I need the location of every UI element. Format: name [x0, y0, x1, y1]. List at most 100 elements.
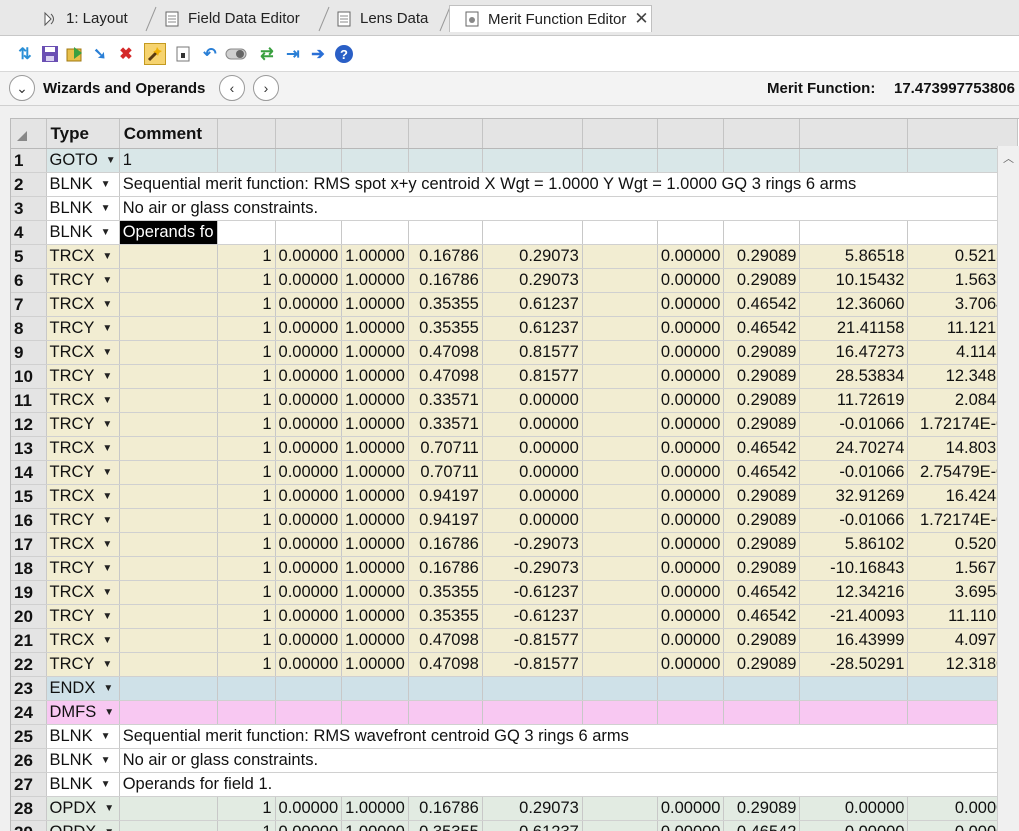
table-cell[interactable]: [582, 532, 658, 557]
table-cell[interactable]: 1: [217, 796, 276, 821]
table-cell[interactable]: [657, 676, 725, 701]
table-row[interactable]: 10 TRCY ▼ 1 0.00000 1.00000 0.47098 0.81577 0.00…: [11, 364, 1019, 389]
table-cell[interactable]: 0.00000: [275, 268, 343, 293]
operand-type-cell[interactable]: TRCX ▼: [46, 292, 120, 317]
table-cell[interactable]: 0.35355: [408, 316, 483, 341]
table-cell[interactable]: 1: [217, 268, 276, 293]
table-row[interactable]: 18 TRCY ▼ 1 0.00000 1.00000 0.16786 -0.29073 0.0…: [11, 556, 1019, 581]
operand-type-cell[interactable]: TRCY ▼: [46, 652, 120, 677]
table-cell[interactable]: 0.46542: [723, 604, 801, 629]
swap-icon[interactable]: ⇄: [256, 43, 278, 65]
operand-type-cell[interactable]: TRCY ▼: [46, 364, 120, 389]
table-cell[interactable]: [482, 700, 583, 725]
row-number[interactable]: 14: [11, 460, 47, 485]
row-number[interactable]: 8: [11, 316, 47, 341]
column-header[interactable]: [907, 119, 1019, 149]
table-cell[interactable]: 0.35355: [408, 820, 483, 831]
row-number[interactable]: 20: [11, 604, 47, 629]
table-cell[interactable]: -0.61237: [482, 604, 583, 629]
row-number[interactable]: 13: [11, 436, 47, 461]
table-cell[interactable]: [217, 700, 276, 725]
table-cell[interactable]: 0.00000: [275, 532, 343, 557]
table-cell[interactable]: 0.00000: [275, 436, 343, 461]
table-cell[interactable]: [723, 676, 801, 701]
table-cell[interactable]: [582, 628, 658, 653]
row-number[interactable]: 21: [11, 628, 47, 653]
table-cell[interactable]: [799, 148, 909, 173]
table-cell[interactable]: 1: [217, 580, 276, 605]
table-cell[interactable]: 1: [217, 436, 276, 461]
next-button[interactable]: ›: [253, 75, 279, 101]
table-cell[interactable]: 0.33571: [408, 412, 483, 437]
table-cell[interactable]: 0.00000: [799, 796, 909, 821]
table-row[interactable]: 7 TRCX ▼ 1 0.00000 1.00000 0.35355 0.61237 0.000…: [11, 292, 1019, 317]
dropdown-arrow-icon[interactable]: ▼: [102, 347, 112, 358]
operand-type-cell[interactable]: TRCX ▼: [46, 436, 120, 461]
table-row[interactable]: 4 BLNK ▼ Operands fo: [11, 220, 1019, 245]
toggle-icon[interactable]: [225, 43, 247, 65]
dropdown-arrow-icon[interactable]: ▼: [102, 563, 112, 574]
table-row[interactable]: 29OPDX▼10.000001.000000.353550.612370.00…: [11, 820, 1019, 831]
comment-cell[interactable]: [119, 532, 218, 557]
table-cell[interactable]: -0.01066: [799, 508, 909, 533]
comment-cell[interactable]: No air or glass constraints.: [119, 196, 1018, 221]
table-cell[interactable]: 0.29089: [723, 412, 801, 437]
row-number[interactable]: 25: [11, 724, 47, 749]
table-cell[interactable]: 0.94197: [408, 508, 483, 533]
table-cell[interactable]: [582, 412, 658, 437]
table-cell[interactable]: 0.16786: [408, 532, 483, 557]
dropdown-arrow-icon[interactable]: ▼: [102, 299, 112, 310]
comment-cell[interactable]: [119, 508, 218, 533]
table-cell[interactable]: 0.00000: [275, 364, 343, 389]
table-cell[interactable]: [408, 700, 483, 725]
row-number[interactable]: 26: [11, 748, 47, 773]
table-cell[interactable]: 1.00000: [341, 364, 409, 389]
table-cell[interactable]: 1: [217, 508, 276, 533]
table-cell[interactable]: 0.00000: [275, 796, 343, 821]
table-cell[interactable]: 0.94197: [408, 484, 483, 509]
row-number[interactable]: 28: [11, 796, 47, 821]
table-cell[interactable]: 0.46542: [723, 316, 801, 341]
table-cell[interactable]: 1.00000: [341, 412, 409, 437]
table-cell[interactable]: [582, 580, 658, 605]
row-number[interactable]: 6: [11, 268, 47, 293]
table-cell[interactable]: [657, 220, 725, 245]
dropdown-arrow-icon[interactable]: ▼: [102, 323, 112, 334]
table-cell[interactable]: 0.29089: [723, 364, 801, 389]
operand-type-cell[interactable]: TRCY ▼: [46, 412, 120, 437]
table-cell[interactable]: [582, 652, 658, 677]
comment-cell[interactable]: [119, 316, 218, 341]
table-cell[interactable]: 0.00000: [482, 484, 583, 509]
table-cell[interactable]: -0.01066: [799, 412, 909, 437]
row-number[interactable]: 17: [11, 532, 47, 557]
corner-header[interactable]: [11, 119, 47, 149]
table-cell[interactable]: 0.35355: [408, 292, 483, 317]
comment-cell[interactable]: [119, 436, 218, 461]
table-cell[interactable]: 1: [217, 244, 276, 269]
table-cell[interactable]: 1.00000: [341, 340, 409, 365]
table-cell[interactable]: 0.00000: [657, 628, 725, 653]
table-cell[interactable]: 0.29089: [723, 508, 801, 533]
table-cell[interactable]: 1.00000: [341, 820, 409, 831]
table-cell[interactable]: [582, 508, 658, 533]
arrow-right-icon[interactable]: ➔: [307, 43, 329, 65]
operand-type-cell[interactable]: GOTO ▼: [46, 148, 120, 173]
table-cell[interactable]: 0.00000: [657, 340, 725, 365]
table-cell[interactable]: [275, 676, 343, 701]
comment-cell[interactable]: [119, 604, 218, 629]
table-cell[interactable]: 0.00000: [275, 292, 343, 317]
table-cell[interactable]: 1.00000: [341, 244, 409, 269]
table-cell[interactable]: 0.00000: [275, 412, 343, 437]
dropdown-arrow-icon[interactable]: ▼: [102, 275, 112, 286]
operand-type-cell[interactable]: TRCY ▼: [46, 316, 120, 341]
table-cell[interactable]: -0.61237: [482, 580, 583, 605]
operand-type-cell[interactable]: BLNK ▼: [46, 220, 120, 245]
table-cell[interactable]: [657, 148, 725, 173]
tab-layout[interactable]: 1: Layout: [28, 5, 148, 32]
dropdown-arrow-icon[interactable]: ▼: [102, 659, 112, 670]
comment-cell[interactable]: [119, 340, 218, 365]
table-cell[interactable]: 32.91269: [799, 484, 909, 509]
table-cell[interactable]: 1: [217, 316, 276, 341]
table-cell[interactable]: [799, 220, 909, 245]
table-cell[interactable]: 0.29089: [723, 268, 801, 293]
